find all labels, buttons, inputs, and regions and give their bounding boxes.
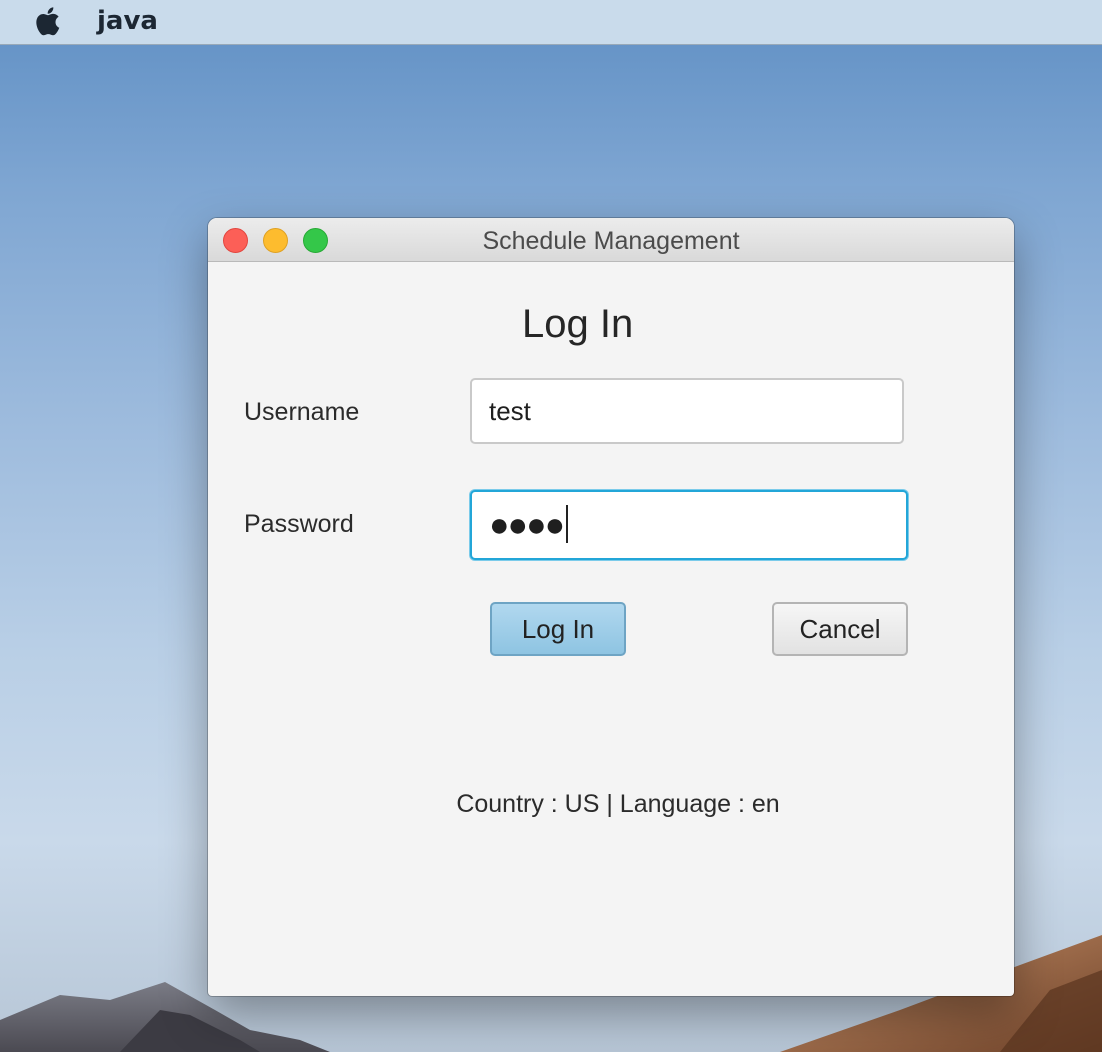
password-field[interactable]: ●●●● (470, 490, 908, 560)
app-menu-name[interactable]: java (97, 6, 158, 36)
menu-bar: java (0, 0, 1102, 45)
apple-logo-icon[interactable] (31, 4, 61, 38)
password-label: Password (244, 510, 354, 538)
login-button[interactable]: Log In (490, 602, 626, 656)
locale-info: Country : US | Language : en (456, 790, 780, 818)
title-bar[interactable]: Schedule Management (208, 218, 1014, 262)
text-caret (566, 505, 569, 544)
username-field[interactable]: test (470, 378, 904, 444)
password-masked-value: ●●●● (489, 506, 565, 544)
username-label: Username (244, 398, 360, 426)
window-title: Schedule Management (482, 227, 740, 255)
page-title: Log In (522, 302, 634, 346)
cancel-button[interactable]: Cancel (772, 602, 908, 656)
username-value: test (489, 396, 531, 426)
login-window: Schedule Management Log In Username test… (208, 218, 1014, 996)
